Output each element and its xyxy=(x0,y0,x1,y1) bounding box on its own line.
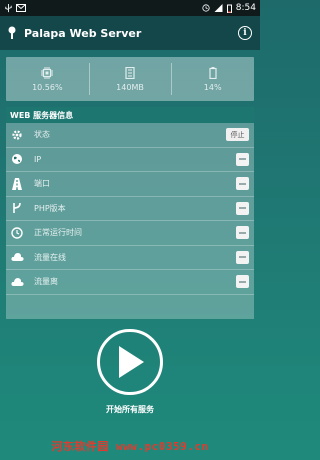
traffic-offline-toggle[interactable] xyxy=(236,275,249,289)
server-info-panel: WEB 服务器信息 状态 停止 IP 端口 PHP版本 正常运行时间 流量在线 … xyxy=(6,107,254,319)
row-status: 状态 停止 xyxy=(6,123,254,148)
row-php-version: PHP版本 xyxy=(6,197,254,221)
battery-status-icon xyxy=(226,4,232,13)
cloud-icon xyxy=(10,275,24,289)
traffic-online-toggle[interactable] xyxy=(236,250,249,264)
fork-icon xyxy=(10,201,24,215)
app-logo-icon xyxy=(8,26,16,39)
watermark-text: 河东软件园 www.pc0359.cn xyxy=(51,440,209,453)
row-ip: IP xyxy=(6,148,254,172)
row-uptime: 正常运行时间 xyxy=(6,221,254,246)
start-all-services-label: 开始所有服务 xyxy=(106,405,154,414)
mail-icon xyxy=(16,4,26,12)
clock-icon xyxy=(10,226,24,240)
cpu-icon xyxy=(41,66,54,79)
row-ip-label: IP xyxy=(34,154,42,164)
stat-memory: 140MB xyxy=(88,57,172,101)
signal-icon xyxy=(214,4,223,12)
stats-panel: 10.56% 140MB 14% xyxy=(6,57,254,101)
play-icon xyxy=(119,346,144,378)
app-title: Palapa Web Server xyxy=(24,26,142,40)
uptime-toggle[interactable] xyxy=(236,226,249,240)
info-icon[interactable]: i xyxy=(238,26,252,40)
start-all-services-button[interactable] xyxy=(97,329,163,395)
row-status-label: 状态 xyxy=(34,130,50,140)
battery-icon xyxy=(209,66,217,79)
row-traffic-offline: 流量离 xyxy=(6,270,254,295)
php-version-toggle[interactable] xyxy=(236,201,249,215)
usb-icon xyxy=(5,3,12,12)
row-uptime-label: 正常运行时间 xyxy=(34,228,82,238)
row-traffic-offline-label: 流量离 xyxy=(34,277,58,287)
stat-cpu: 10.56% xyxy=(6,57,89,101)
stat-battery: 14% xyxy=(171,57,254,101)
stat-memory-value: 140MB xyxy=(116,82,144,92)
row-php-version-label: PHP版本 xyxy=(34,203,66,213)
status-bar: 8:54 xyxy=(0,0,260,16)
ip-toggle[interactable] xyxy=(236,152,249,166)
row-traffic-online-label: 流量在线 xyxy=(34,252,66,262)
app-bar: Palapa Web Server i xyxy=(0,16,260,50)
panel-header: WEB 服务器信息 xyxy=(6,107,254,123)
globe-icon xyxy=(10,152,24,166)
status-bar-time: 8:54 xyxy=(235,3,256,13)
gear-icon xyxy=(10,128,24,142)
port-toggle[interactable] xyxy=(236,177,249,191)
row-traffic-online: 流量在线 xyxy=(6,246,254,270)
stat-cpu-value: 10.56% xyxy=(32,82,63,92)
stat-battery-value: 14% xyxy=(203,82,222,92)
road-icon xyxy=(10,177,24,191)
row-port-label: 端口 xyxy=(34,179,50,189)
memory-icon xyxy=(125,66,135,79)
alarm-icon xyxy=(202,4,210,12)
stop-button[interactable]: 停止 xyxy=(226,128,249,142)
cloud-icon xyxy=(10,250,24,264)
row-port: 端口 xyxy=(6,172,254,197)
